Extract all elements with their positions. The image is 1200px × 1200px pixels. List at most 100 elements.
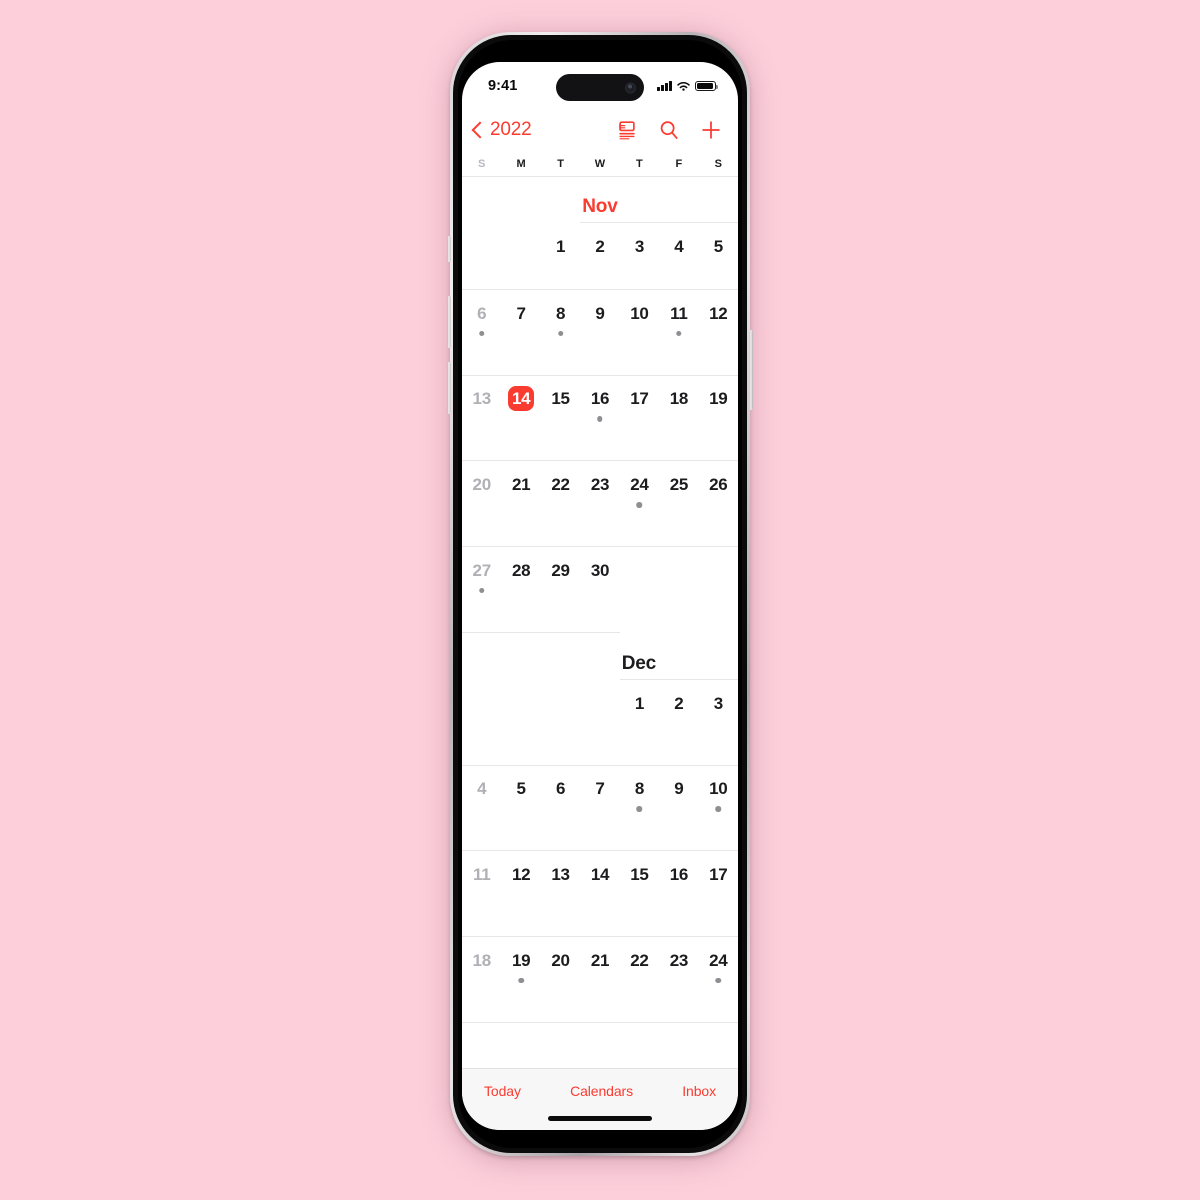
calendar-day[interactable]: 23 (659, 937, 698, 1022)
event-dot (597, 416, 603, 422)
calendar-day[interactable]: 1 (541, 223, 580, 289)
calendar-day[interactable]: 24 (699, 937, 738, 1022)
calendar-day[interactable]: 6 (462, 290, 501, 375)
inbox-button[interactable]: Inbox (682, 1083, 716, 1099)
weekday-label-5: F (675, 158, 683, 170)
power-button[interactable] (749, 330, 753, 410)
day-number: 29 (551, 560, 570, 580)
search-icon[interactable] (658, 119, 680, 141)
day-number: 2 (674, 693, 684, 713)
calendar-day[interactable]: 16 (659, 851, 698, 936)
calendar-day[interactable]: 30 (580, 547, 619, 632)
calendar-day[interactable]: 5 (501, 765, 540, 850)
calendar-day[interactable]: 9 (580, 290, 619, 375)
calendar-day[interactable]: 17 (699, 851, 738, 936)
calendars-button[interactable]: Calendars (570, 1083, 633, 1099)
calendar-day[interactable]: 4 (462, 765, 501, 850)
calendar-scroll-area[interactable]: Nov 1 2 3 4 5 6 7 8 9 10 11 12 13 14 15 16 17 18 19 20 21 22 23… (462, 176, 738, 1068)
day-number: 30 (590, 560, 610, 580)
calendar-day[interactable]: 26 (699, 461, 738, 546)
day-number: 16 (669, 865, 689, 885)
calendar-day[interactable]: 4 (659, 223, 698, 289)
calendar-day[interactable]: 8 (620, 765, 659, 850)
calendar-week-row: 20 21 22 23 24 25 26 (462, 461, 738, 546)
calendar-day[interactable]: 25 (659, 461, 698, 546)
calendar-day[interactable]: 13 (541, 851, 580, 936)
day-number: 11 (473, 865, 491, 885)
calendar-day[interactable]: 3 (620, 223, 659, 289)
event-dot (636, 806, 643, 812)
calendar-day[interactable]: 20 (541, 937, 580, 1022)
calendar-day[interactable]: 2 (580, 223, 619, 289)
calendar-day[interactable]: 11 (462, 851, 501, 936)
calendar-day[interactable]: 7 (580, 765, 619, 850)
calendar-day[interactable]: 14 (580, 851, 619, 936)
calendar-day[interactable]: 6 (541, 765, 580, 850)
calendar-day[interactable]: 28 (501, 547, 540, 632)
day-number: 12 (511, 865, 531, 885)
volume-down-button[interactable] (447, 362, 451, 414)
calendar-day[interactable]: 15 (541, 375, 580, 460)
calendar-day[interactable]: 12 (699, 290, 738, 375)
weekday-label-3: W (594, 158, 606, 170)
day-number: 11 (670, 303, 688, 323)
calendar-day[interactable]: 8 (541, 290, 580, 375)
calendar-day[interactable]: 20 (462, 461, 501, 546)
calendar-day[interactable]: 21 (580, 937, 619, 1022)
calendar-day[interactable]: 18 (462, 937, 501, 1022)
calendar-day[interactable]: 21 (501, 461, 540, 546)
navigation-bar: 2022 (462, 108, 738, 152)
calendar-day[interactable]: 13 (462, 375, 501, 460)
status-time: 9:41 (488, 78, 518, 94)
day-number: 27 (472, 560, 492, 580)
calendar-day[interactable]: 5 (699, 223, 738, 289)
calendar-week-row: 11 12 13 14 15 16 17 (462, 851, 738, 936)
calendar-day[interactable]: 17 (620, 375, 659, 460)
back-to-year-button[interactable]: 2022 (471, 119, 532, 141)
calendar-day[interactable]: 22 (620, 937, 659, 1022)
calendar-day[interactable]: 15 (620, 851, 659, 936)
day-number: 25 (669, 475, 689, 495)
calendar-day[interactable]: 3 (699, 680, 738, 765)
day-number: 10 (630, 303, 649, 323)
phone-screen: 9:41 2022 S M T W T F S Nov 1 2 3 4 5 6 … (462, 62, 738, 1130)
calendar-day[interactable]: 9 (659, 765, 698, 850)
calendar-day[interactable]: 24 (620, 461, 659, 546)
calendar-day[interactable]: 23 (580, 461, 619, 546)
calendar-day-selected[interactable]: 14 (501, 375, 540, 460)
day-view-icon[interactable] (616, 119, 638, 141)
day-number: 22 (630, 950, 649, 970)
navigation-actions (616, 119, 722, 141)
day-number: 1 (634, 693, 644, 713)
calendar-day[interactable]: 19 (501, 937, 540, 1022)
calendar-day[interactable]: 7 (501, 290, 540, 375)
calendar-day[interactable]: 10 (620, 290, 659, 375)
plus-icon[interactable] (700, 119, 722, 141)
calendar-day[interactable]: 1 (620, 680, 659, 765)
silent-switch-button[interactable] (447, 236, 451, 262)
calendar-day[interactable]: 12 (501, 851, 540, 936)
calendar-day[interactable]: 19 (699, 375, 738, 460)
event-dot (518, 977, 524, 984)
day-number: 2 (595, 236, 605, 256)
home-indicator[interactable] (548, 1116, 652, 1121)
calendar-day[interactable]: 27 (462, 547, 501, 632)
day-number: 5 (713, 236, 723, 256)
calendar-day[interactable]: 18 (659, 375, 698, 460)
weekday-header-row: SMTWTFS (462, 152, 738, 177)
calendar-day[interactable]: 16 (580, 375, 619, 460)
event-dot (715, 977, 722, 984)
calendar-week-row: 27 28 29 30 (462, 547, 738, 632)
today-button[interactable]: Today (484, 1083, 521, 1099)
calendar-day[interactable]: 11 (659, 290, 698, 375)
calendar-day[interactable]: 2 (659, 680, 698, 765)
day-number: 13 (472, 389, 492, 409)
calendar-day[interactable]: 29 (541, 547, 580, 632)
calendar-day[interactable]: 10 (699, 765, 738, 850)
volume-up-button[interactable] (447, 296, 451, 348)
day-number: 7 (595, 779, 605, 799)
weekday-label-4: T (636, 158, 643, 170)
calendar-day[interactable]: 22 (541, 461, 580, 546)
month-title: Dec (621, 652, 656, 674)
day-number: 15 (551, 389, 570, 409)
